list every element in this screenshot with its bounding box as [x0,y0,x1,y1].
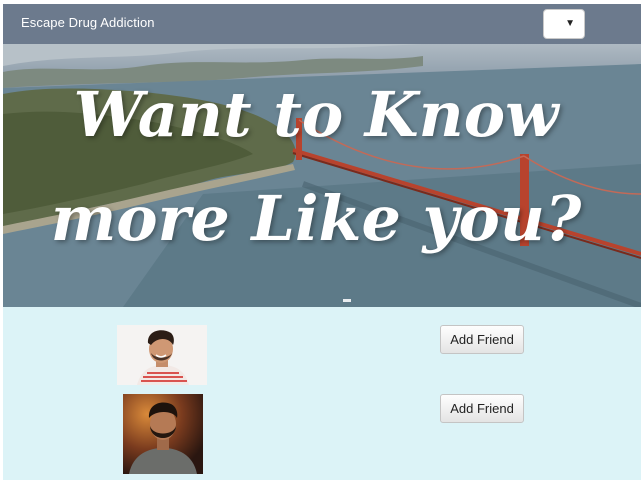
add-friend-button-2[interactable]: Add Friend [440,394,524,423]
chevron-down-icon: ▼ [565,18,575,29]
nav-dropdown-select[interactable]: ▼ [543,9,585,39]
navbar: Escape Drug Addiction ▼ [3,4,641,44]
hero-headline-line-1: Want to Know [73,78,559,151]
friend-avatar-1 [117,325,207,385]
hero-banner: Want to Know more Like you? [3,44,641,307]
brand-link[interactable]: Escape Drug Addiction [21,15,155,30]
friend-avatar-2 [123,394,203,474]
page: Escape Drug Addiction ▼ Want to Know mor… [3,4,641,480]
friend-suggestions: Add Friend Add Friend [3,307,641,480]
hero-headline-line-2: more Like you? [50,182,582,255]
add-friend-button-1[interactable]: Add Friend [440,325,524,354]
